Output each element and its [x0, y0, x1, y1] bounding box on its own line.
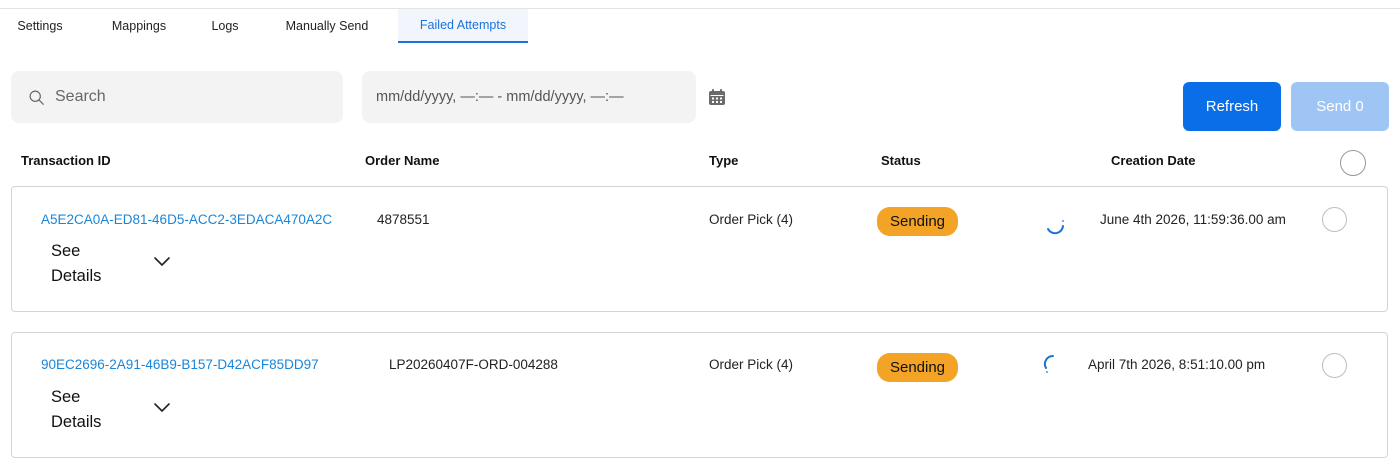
- header-order-name[interactable]: Order Name: [365, 153, 439, 168]
- refresh-button[interactable]: Refresh: [1183, 82, 1281, 131]
- see-details-label-line2: Details: [51, 267, 102, 285]
- see-details-toggle[interactable]: See Details: [51, 239, 101, 289]
- table-row: 90EC2696-2A91-46B9-B157-D42ACF85DD97 See…: [11, 332, 1388, 458]
- tab-logs[interactable]: Logs: [199, 9, 251, 43]
- row-select-checkbox[interactable]: [1322, 207, 1347, 232]
- status-badge: Sending: [877, 207, 958, 236]
- type-cell: Order Pick (4): [709, 357, 794, 372]
- transaction-id-link[interactable]: 90EC2696-2A91-46B9-B157-D42ACF85DD97: [41, 357, 319, 372]
- header-transaction-id[interactable]: Transaction ID: [21, 153, 111, 168]
- tab-mappings[interactable]: Mappings: [96, 9, 182, 43]
- status-badge: Sending: [877, 353, 958, 382]
- table-row: A5E2CA0A-ED81-46D5-ACC2-3EDACA470A2C See…: [11, 186, 1388, 312]
- see-details-label-line1: See: [51, 242, 81, 260]
- tab-failed-attempts[interactable]: Failed Attempts: [398, 9, 528, 43]
- chevron-down-icon[interactable]: [153, 255, 171, 267]
- chevron-down-icon[interactable]: [153, 401, 171, 413]
- select-all-checkbox[interactable]: [1340, 150, 1366, 176]
- loading-spinner-icon: [1047, 220, 1064, 235]
- calendar-icon[interactable]: [707, 87, 727, 107]
- search-box[interactable]: [11, 71, 343, 123]
- tab-bar: Settings Mappings Logs Manually Send Fai…: [0, 9, 1400, 43]
- send-button[interactable]: Send 0: [1291, 82, 1389, 131]
- type-cell: Order Pick (4): [709, 212, 794, 227]
- date-range-text: mm/dd/yyyy, —:— - mm/dd/yyyy, —:—: [376, 89, 624, 105]
- header-creation-date[interactable]: Creation Date: [1111, 153, 1196, 168]
- search-icon: [29, 90, 44, 105]
- see-details-label-line1: See: [51, 388, 81, 406]
- loading-spinner-icon: [1043, 354, 1054, 373]
- tab-settings[interactable]: Settings: [0, 9, 80, 43]
- header-type[interactable]: Type: [709, 153, 738, 168]
- see-details-label-line2: Details: [51, 413, 102, 431]
- transaction-id-link[interactable]: A5E2CA0A-ED81-46D5-ACC2-3EDACA470A2C: [41, 212, 332, 227]
- order-name: LP20260407F-ORD-004288: [389, 357, 558, 372]
- search-input[interactable]: [55, 88, 325, 106]
- tab-manually-send[interactable]: Manually Send: [271, 9, 383, 43]
- row-select-checkbox[interactable]: [1322, 353, 1347, 378]
- creation-date: June 4th 2026, 11:59:36.00 am: [1100, 212, 1286, 227]
- order-name: 4878551: [377, 212, 430, 227]
- creation-date: April 7th 2026, 8:51:10.00 pm: [1088, 357, 1266, 372]
- date-range-input[interactable]: mm/dd/yyyy, —:— - mm/dd/yyyy, —:—: [362, 71, 696, 123]
- header-status[interactable]: Status: [881, 153, 921, 168]
- see-details-toggle[interactable]: See Details: [51, 385, 101, 435]
